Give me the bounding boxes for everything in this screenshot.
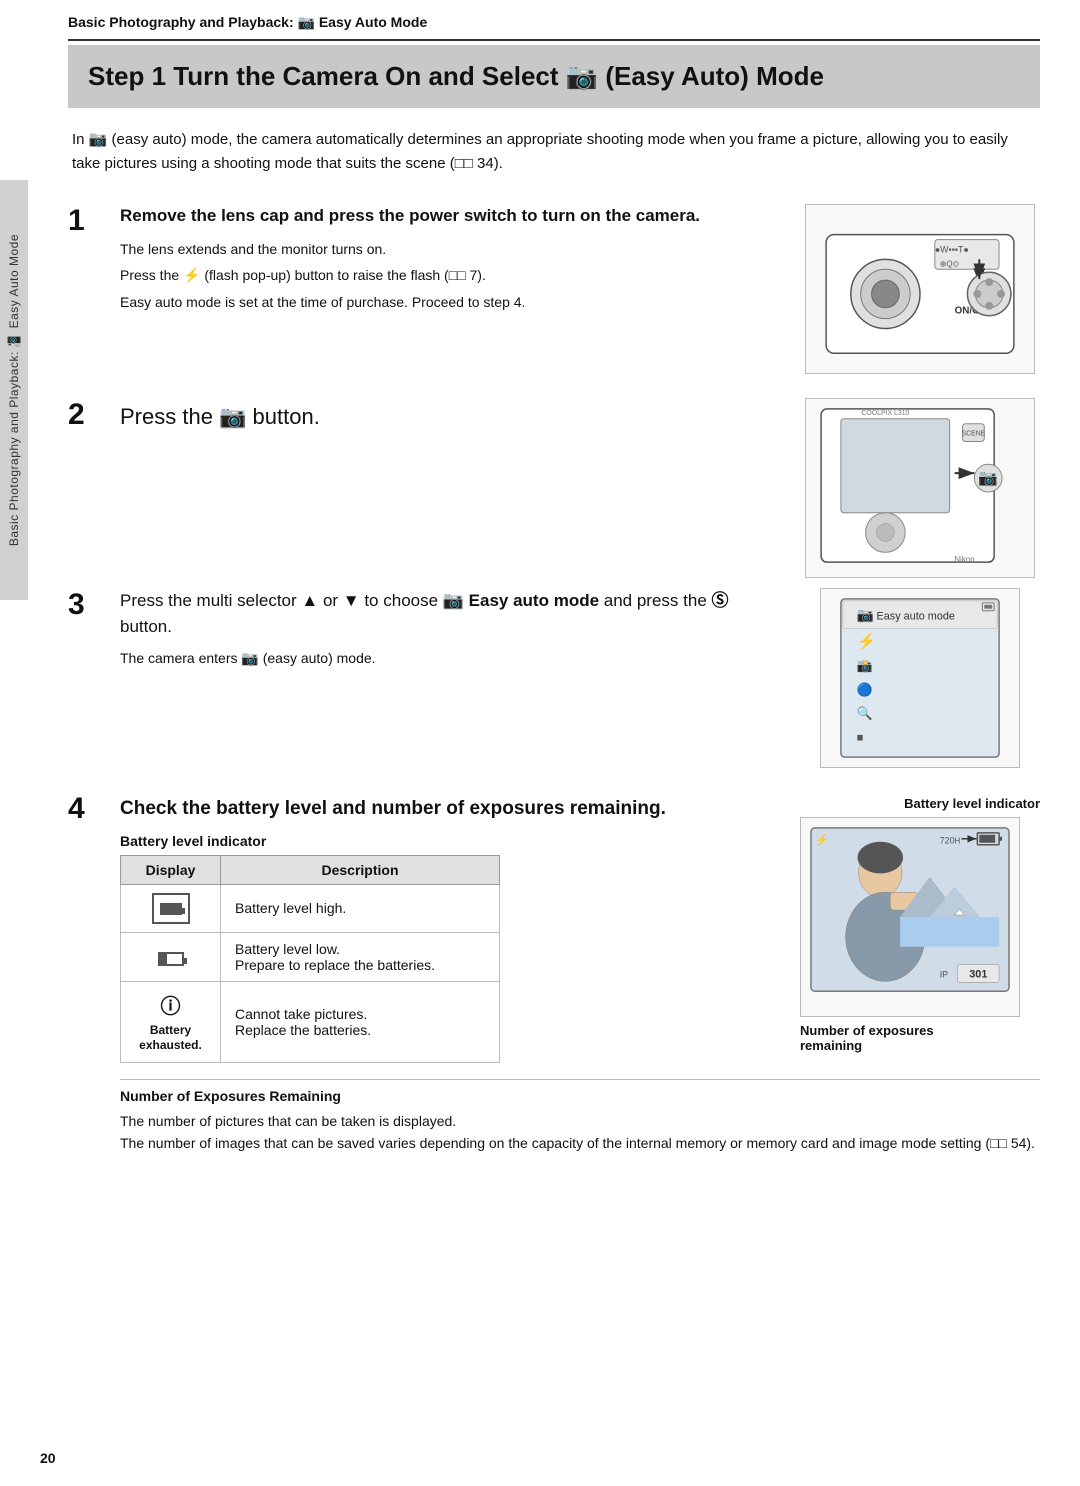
step-1-content: Remove the lens cap and press the power …: [120, 204, 780, 317]
svg-text:301: 301: [969, 969, 987, 981]
svg-text:COOLPIX L310: COOLPIX L310: [861, 410, 909, 417]
step-1-number: 1: [68, 204, 120, 236]
page-header: Basic Photography and Playback: 📷 Easy A…: [68, 0, 1040, 41]
battery-table: Display Description: [120, 855, 500, 1063]
step-4-left: Check the battery level and number of ex…: [120, 796, 780, 1063]
page-title: Step 1 Turn the Camera On and Select 📷 (…: [88, 61, 1020, 92]
exposures-remaining-label: Number of exposuresremaining: [800, 1023, 934, 1053]
exposures-line-1: The number of pictures that can be taken…: [120, 1110, 1040, 1132]
table-row: Battery level low.Prepare to replace the…: [121, 932, 500, 981]
svg-text:🔍: 🔍: [857, 705, 873, 721]
svg-text:📷: 📷: [978, 470, 998, 487]
exposures-line-2: The number of images that can be saved v…: [120, 1132, 1040, 1154]
battery-table-section: Battery level indicator Display Descript…: [120, 833, 780, 1063]
svg-text:📷: 📷: [857, 607, 874, 624]
step-3-subline: The camera enters 📷 (easy auto) mode.: [120, 647, 780, 669]
svg-text:Easy auto mode: Easy auto mode: [876, 611, 954, 623]
page-number: 20: [40, 1450, 56, 1466]
camera-top-diagram: ON/OFF ●W▪▪▪T● ⊕Q⊙: [805, 204, 1035, 374]
main-content: Basic Photography and Playback: 📷 Easy A…: [28, 0, 1080, 1219]
page-header-title: Basic Photography and Playback: 📷 Easy A…: [68, 14, 427, 30]
svg-text:720: 720: [940, 836, 955, 846]
step-3-content: Press the multi selector ▲ or ▼ to choos…: [120, 588, 780, 673]
step-1-line-3: Easy auto mode is set at the time of pur…: [120, 291, 780, 313]
table-row: Battery level high.: [121, 884, 500, 932]
battery-indicator-label: Battery level indicator: [800, 796, 1040, 811]
svg-text:SCENE: SCENE: [962, 431, 986, 438]
step-1-heading: Remove the lens cap and press the power …: [120, 204, 780, 228]
step-1-line-1: The lens extends and the monitor turns o…: [120, 238, 780, 260]
table-header-display: Display: [121, 855, 221, 884]
step-4-full: Check the battery level and number of ex…: [120, 792, 1040, 1155]
step-1-row: 1 Remove the lens cap and press the powe…: [68, 204, 1040, 374]
step-1-diagram: ON/OFF ●W▪▪▪T● ⊕Q⊙: [780, 204, 1040, 374]
svg-text:📸: 📸: [857, 658, 873, 673]
svg-text:⚡: ⚡: [815, 834, 829, 847]
battery-table-label: Battery level indicator: [120, 833, 780, 849]
camera-lcd-diagram: ⚡ 720 H 301 IP: [800, 817, 1020, 1017]
step-1-line-2: Press the ⚡ (flash pop-up) button to rai…: [120, 264, 780, 286]
step-2-number: 2: [68, 398, 120, 430]
battery-exhausted-icon: ⓘ Batteryexhausted.: [121, 981, 221, 1062]
step-2-content: Press the 📷 button.: [120, 398, 780, 433]
camera-back-diagram: COOLPIX L310 SCENE 📷: [805, 398, 1035, 578]
page-title-section: Step 1 Turn the Camera On and Select 📷 (…: [68, 45, 1040, 108]
table-row: ⓘ Batteryexhausted. Cannot take pictures…: [121, 981, 500, 1062]
step-2-diagram: COOLPIX L310 SCENE 📷: [780, 398, 1040, 578]
step-4-layout: Check the battery level and number of ex…: [120, 796, 1040, 1063]
battery-low-icon: [121, 932, 221, 981]
page-container: Basic Photography and Playback: 📷 Easy A…: [0, 0, 1080, 1486]
battery-high-icon: [121, 884, 221, 932]
side-tab: Basic Photography and Playback: 📷 Easy A…: [0, 180, 28, 600]
step-4-number: 4: [68, 792, 120, 824]
step-3-heading: Press the multi selector ▲ or ▼ to choos…: [120, 588, 780, 639]
step-3-diagram: 📷 Easy auto mode ⚡ 📸 🔵 🔍 ⏹: [780, 588, 1040, 768]
intro-text: In 📷 (easy auto) mode, the camera automa…: [68, 128, 1040, 176]
easy-auto-mode-diagram: 📷 Easy auto mode ⚡ 📸 🔵 🔍 ⏹: [820, 588, 1020, 768]
svg-text:⊕Q⊙: ⊕Q⊙: [940, 259, 959, 268]
svg-text:⏹: ⏹: [857, 729, 863, 744]
exposures-section: Number of Exposures Remaining The number…: [120, 1079, 1040, 1155]
battery-low-desc: Battery level low.Prepare to replace the…: [221, 932, 500, 981]
step-4-row: 4 Check the battery level and number of …: [68, 792, 1040, 1155]
exposures-heading: Number of Exposures Remaining: [120, 1079, 1040, 1104]
step-4-right: Battery level indicator: [800, 796, 1040, 1063]
svg-text:Nikon: Nikon: [954, 555, 974, 564]
svg-text:●W▪▪▪T●: ●W▪▪▪T●: [935, 245, 969, 255]
svg-text:IP: IP: [940, 970, 948, 980]
step-2-row: 2 Press the 📷 button. COOLPIX L310 SCENE: [68, 398, 1040, 578]
step-3-number: 3: [68, 588, 120, 620]
svg-text:H: H: [955, 837, 961, 846]
side-tab-text: Basic Photography and Playback: 📷 Easy A…: [7, 234, 21, 546]
step-3-row: 3 Press the multi selector ▲ or ▼ to cho…: [68, 588, 1040, 768]
battery-high-desc: Battery level high.: [221, 884, 500, 932]
table-header-description: Description: [221, 855, 500, 884]
svg-text:⚡: ⚡: [857, 632, 877, 651]
step-4-heading: Check the battery level and number of ex…: [120, 796, 780, 823]
battery-exhausted-desc: Cannot take pictures.Replace the batteri…: [221, 981, 500, 1062]
step-2-heading: Press the 📷 button.: [120, 398, 780, 433]
svg-text:🔵: 🔵: [857, 682, 873, 697]
